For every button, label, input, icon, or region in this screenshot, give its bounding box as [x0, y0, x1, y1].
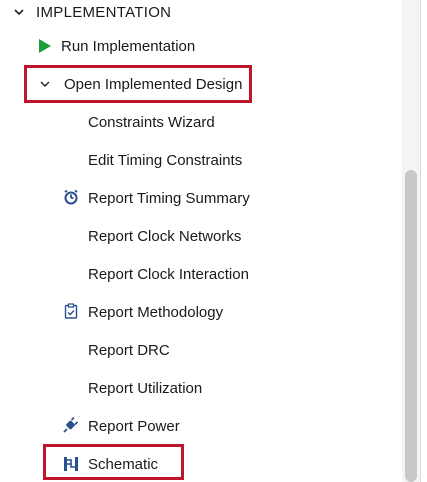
schematic-icon: [64, 457, 78, 471]
tree-item-label: Report Clock Interaction: [88, 265, 249, 283]
tree-item-report-clock-interaction[interactable]: Report Clock Interaction: [0, 262, 400, 286]
tree-item-label: Report Utilization: [88, 379, 203, 397]
tree-item-run-implementation[interactable]: Run Implementation: [0, 34, 400, 58]
tree-item-report-timing-summary[interactable]: Report Timing Summary: [0, 186, 400, 210]
tree-item-constraints-wizard[interactable]: Constraints Wizard: [0, 110, 400, 134]
tree-item-report-clock-networks[interactable]: Report Clock Networks: [0, 224, 400, 248]
section-title: IMPLEMENTATION: [36, 3, 172, 21]
section-implementation-header[interactable]: IMPLEMENTATION: [0, 0, 400, 24]
panel-border: [420, 0, 421, 482]
chevron-down-icon[interactable]: [13, 6, 25, 18]
vertical-scrollbar-thumb[interactable]: [405, 170, 417, 482]
tree-item-report-drc[interactable]: Report DRC: [0, 338, 400, 362]
stopwatch-icon: [64, 189, 78, 205]
play-icon: [39, 39, 51, 53]
tree-item-label: Schematic: [88, 455, 159, 473]
tree-item-report-methodology[interactable]: Report Methodology: [0, 300, 400, 324]
power-plug-icon: [63, 417, 79, 433]
chevron-down-icon[interactable]: [39, 78, 51, 90]
tree-item-label: Open Implemented Design: [64, 75, 243, 93]
tree-item-label: Report DRC: [88, 341, 170, 359]
clipboard-icon: [64, 303, 78, 319]
tree-item-label: Edit Timing Constraints: [88, 151, 243, 169]
tree-item-label: Report Clock Networks: [88, 227, 242, 245]
tree-item-report-utilization[interactable]: Report Utilization: [0, 376, 400, 400]
tree-item-edit-timing-constraints[interactable]: Edit Timing Constraints: [0, 148, 400, 172]
tree-item-open-implemented-design[interactable]: Open Implemented Design: [0, 72, 400, 96]
tree-item-schematic[interactable]: Schematic: [0, 452, 400, 476]
tree-item-label: Run Implementation: [61, 37, 196, 55]
flow-navigator-panel: IMPLEMENTATION Run Implementation Open I…: [0, 0, 427, 482]
tree-item-label: Report Power: [88, 417, 180, 435]
tree-item-report-power[interactable]: Report Power: [0, 414, 400, 438]
tree-item-label: Report Timing Summary: [88, 189, 250, 207]
tree-item-label: Report Methodology: [88, 303, 224, 321]
tree-item-label: Constraints Wizard: [88, 113, 215, 131]
